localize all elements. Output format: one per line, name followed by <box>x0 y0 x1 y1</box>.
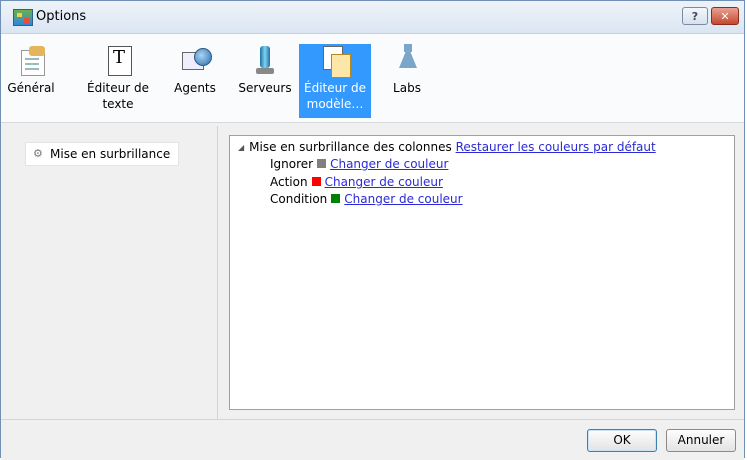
agents-icon <box>179 44 212 76</box>
app-icon <box>13 9 33 26</box>
sidebar-item-label: Mise en surbrillance <box>50 147 171 161</box>
tab-servers[interactable]: Serveurs <box>235 44 295 118</box>
tree-row-label: Condition <box>270 192 328 206</box>
title-bar[interactable]: Options ? ✕ <box>1 1 744 34</box>
tab-labs-label: Labs <box>393 81 421 95</box>
tab-agents-label: Agents <box>174 81 216 95</box>
tab-agents[interactable]: Agents <box>169 44 221 118</box>
ok-button[interactable]: OK <box>587 429 657 452</box>
help-button[interactable]: ? <box>682 7 708 25</box>
tab-text-editor[interactable]: T Éditeur de texte <box>77 44 159 118</box>
options-toolbar: Général T Éditeur de texte Agents Serveu… <box>1 34 744 123</box>
reset-colors-link[interactable]: Restaurer les couleurs par défaut <box>456 140 656 154</box>
color-swatch <box>311 177 321 186</box>
collapse-arrow-icon[interactable]: ◢ <box>238 143 244 152</box>
tree-row-label: Ignorer <box>270 157 314 171</box>
tab-general-label: Général <box>7 81 55 95</box>
tree-row-action: Action Changer de couleur <box>270 175 443 189</box>
close-button[interactable]: ✕ <box>711 7 739 25</box>
tab-text-editor-label: Éditeur de texte <box>87 81 149 111</box>
sidebar-item-highlighting[interactable]: ⚙ Mise en surbrillance <box>25 142 180 166</box>
tree-row-ignore: Ignorer Changer de couleur <box>270 157 448 171</box>
tab-general[interactable]: Général <box>5 44 57 118</box>
tab-servers-label: Serveurs <box>238 81 292 95</box>
template-editor-icon <box>319 44 351 78</box>
cancel-button[interactable]: Annuler <box>666 429 736 452</box>
tree-row-condition: Condition Changer de couleur <box>270 192 463 206</box>
options-sidebar: ⚙ Mise en surbrillance <box>7 126 218 419</box>
tab-labs[interactable]: Labs <box>385 44 429 118</box>
tab-template-editor-label: Éditeur de modèle… <box>304 81 366 111</box>
tree-row-label: Action <box>270 175 308 189</box>
servers-icon <box>249 44 281 76</box>
change-color-link[interactable]: Changer de couleur <box>330 157 448 171</box>
tree-root-label: Mise en surbrillance des colonnes <box>249 140 452 154</box>
color-swatch <box>331 194 341 203</box>
highlighting-panel: ◢ Mise en surbrillance des colonnes Resta… <box>229 135 735 410</box>
gear-icon: ⚙ <box>33 147 43 160</box>
change-color-link[interactable]: Changer de couleur <box>325 175 443 189</box>
options-window: Options ? ✕ Général T Éditeur de texte A… <box>0 0 745 460</box>
text-editor-icon: T <box>102 44 134 76</box>
tab-template-editor[interactable]: Éditeur de modèle… <box>299 44 371 118</box>
change-color-link[interactable]: Changer de couleur <box>344 192 462 206</box>
labs-flask-icon <box>391 44 423 76</box>
color-swatch <box>317 159 327 168</box>
window-title: Options <box>36 9 87 24</box>
general-settings-icon <box>15 44 47 76</box>
tree-root-row: ◢ Mise en surbrillance des colonnes Resta… <box>238 140 656 154</box>
dialog-footer: OK Annuler <box>1 419 744 460</box>
